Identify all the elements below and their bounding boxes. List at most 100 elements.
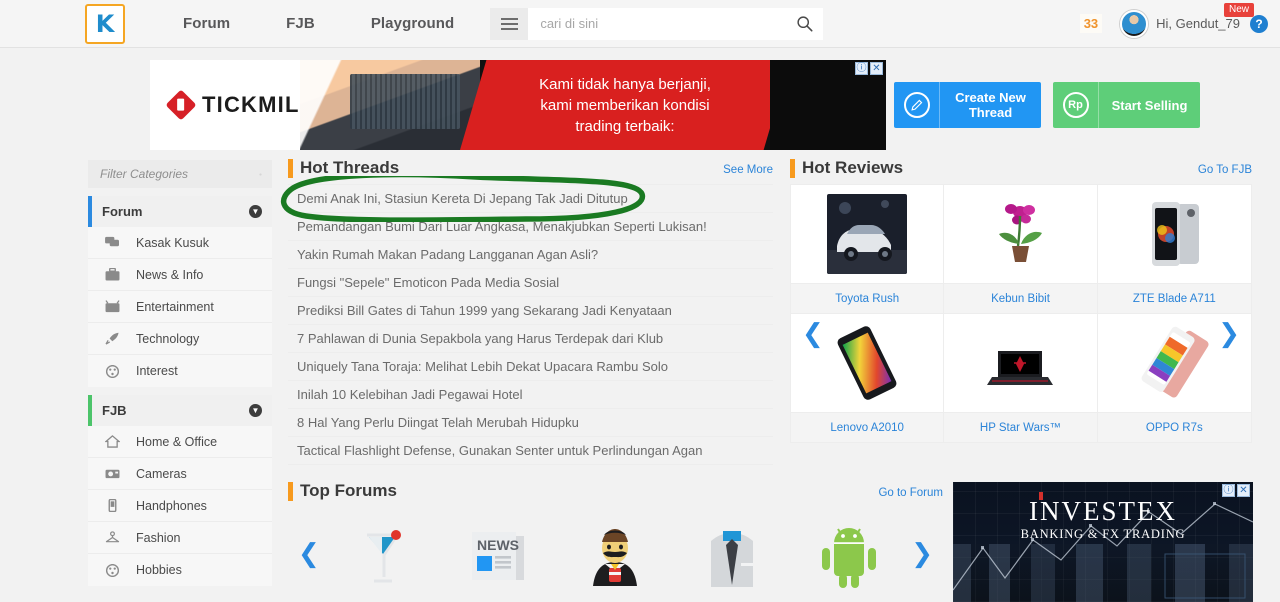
sidebar-item-interest[interactable]: Interest <box>88 355 272 387</box>
thread-item[interactable]: 7 Pahlawan di Dunia Sepakbola yang Harus… <box>288 325 773 353</box>
hot-threads-panel: Hot Threads See More Demi Anak Ini, Stas… <box>288 158 773 465</box>
hot-reviews-header: Hot Reviews Go To FJB <box>790 158 1252 178</box>
see-more-link[interactable]: See More <box>723 164 773 176</box>
review-card[interactable]: ZTE Blade A711 <box>1097 185 1251 314</box>
chat-bubbles-icon <box>102 235 122 251</box>
investex-ad-banner[interactable]: INVESTEX BANKING & FX TRADING ⓘ ✕ <box>953 482 1253 602</box>
forum-tile-android[interactable] <box>808 520 890 594</box>
sidebar-item-news-info[interactable]: News & Info <box>88 259 272 291</box>
filter-categories-input[interactable] <box>98 166 259 182</box>
hamburger-icon[interactable] <box>490 7 529 40</box>
chevron-down-icon[interactable]: ▼ <box>249 404 262 417</box>
hanger-icon <box>102 530 122 546</box>
new-badge: New <box>1223 3 1254 17</box>
nav-item-fjb[interactable]: FJB <box>258 15 343 32</box>
sidebar-group-header-fjb[interactable]: FJB ▼ <box>88 395 272 426</box>
hot-reviews-prev-button[interactable]: ❮ <box>802 321 824 347</box>
review-card[interactable]: Toyota Rush <box>791 185 945 314</box>
cocktail-glass-icon <box>367 530 402 583</box>
nav-item-playground[interactable]: Playground <box>343 15 483 32</box>
tickmill-brand-text: TICKMILL <box>202 92 315 117</box>
create-new-thread-label: Create New Thread <box>955 90 1026 120</box>
palette-icon <box>102 363 122 379</box>
ad-close-icon[interactable]: ✕ <box>870 62 883 75</box>
forum-tile-news[interactable]: NEWS <box>458 520 540 594</box>
review-thumbnail <box>944 314 1097 412</box>
review-name[interactable]: HP Star Wars™ <box>944 412 1097 442</box>
forum-tile-business[interactable] <box>691 520 773 594</box>
sidebar-item-fashion[interactable]: Fashion <box>88 522 272 554</box>
sidebar-item-technology[interactable]: Technology <box>88 323 272 355</box>
thread-item[interactable]: Pemandangan Bumi Dari Luar Angkasa, Mena… <box>288 213 773 241</box>
thread-item[interactable]: Fungsi "Sepele" Emoticon Pada Media Sosi… <box>288 269 773 297</box>
sidebar-item-label: News & Info <box>136 267 204 282</box>
notification-count[interactable]: 33 <box>1079 14 1103 33</box>
review-card[interactable]: Kebun Bibit <box>944 185 1098 314</box>
ad-info-icon[interactable]: ⓘ <box>855 62 868 75</box>
start-selling-button[interactable]: Rp Start Selling <box>1053 82 1200 128</box>
top-forums-title: Top Forums <box>300 481 397 500</box>
sidebar-item-entertainment[interactable]: Entertainment <box>88 291 272 323</box>
thread-item[interactable]: Uniquely Tana Toraja: Melihat Lebih Deka… <box>288 353 773 381</box>
sidebar-item-cameras[interactable]: Cameras <box>88 458 272 490</box>
tickmill-ad-banner[interactable]: TICKMILL Kami tidak hanya berjanji, kami… <box>150 60 886 150</box>
sidebar-item-label: Hobbies <box>136 563 182 577</box>
colorful-smartphone-photo <box>1134 323 1215 403</box>
ad-headline-2: kami memberikan kondisi <box>540 96 710 114</box>
kaskus-logo[interactable]: K <box>85 3 125 44</box>
review-name[interactable]: ZTE Blade A711 <box>1097 283 1251 313</box>
hot-reviews-grid: Toyota Rush Kebun Bibit ZTE Blade A711 L… <box>790 184 1252 443</box>
thread-item[interactable]: Tactical Flashlight Defense, Gunakan Sen… <box>288 437 773 465</box>
hot-reviews-next-button[interactable]: ❯ <box>1218 321 1240 347</box>
sidebar-item-handphones[interactable]: Handphones <box>88 490 272 522</box>
help-icon[interactable]: ? <box>1250 14 1268 33</box>
hot-reviews-panel: Hot Reviews Go To FJB Toyota Rush Kebun … <box>790 158 1252 443</box>
pencil-glyph <box>911 99 923 111</box>
create-new-thread-button[interactable]: Create New Thread <box>894 82 1041 128</box>
go-to-forum-link[interactable]: Go to Forum <box>878 487 943 499</box>
thread-item[interactable]: Inilah 10 Kelebihan Jadi Pegawai Hotel <box>288 381 773 409</box>
search-input[interactable] <box>538 15 789 32</box>
mustache-man-icon <box>593 529 638 586</box>
filter-categories-row[interactable] <box>88 160 272 188</box>
review-name[interactable]: Lenovo A2010 <box>791 412 944 442</box>
sidebar-item-label: Kasak Kusuk <box>136 235 209 250</box>
ad-headline-3: trading terbaik: <box>575 117 675 135</box>
avatar[interactable] <box>1120 9 1149 38</box>
tickmill-ad-photo <box>300 60 480 150</box>
search-field[interactable] <box>528 7 824 40</box>
page-root: K Forum FJB Playground 33 Hi, Gendut_79 … <box>0 0 1280 602</box>
pencil-icon <box>894 82 940 128</box>
thread-item[interactable]: Demi Anak Ini, Stasiun Kereta Di Jepang … <box>288 185 773 213</box>
sidebar-group-fjb: FJB ▼ Home & Office Cameras Handphones F… <box>88 395 272 586</box>
thread-item[interactable]: 8 Hal Yang Perlu Diingat Telah Merubah H… <box>288 409 773 437</box>
thread-item[interactable]: Prediksi Bill Gates di Tahun 1999 yang S… <box>288 297 773 325</box>
tv-icon <box>102 299 122 315</box>
top-forums-prev-button[interactable]: ❮ <box>298 541 320 567</box>
thread-item[interactable]: Yakin Rumah Makan Padang Langganan Agan … <box>288 241 773 269</box>
sidebar-item-hobbies[interactable]: Hobbies <box>88 554 272 586</box>
review-card[interactable]: HP Star Wars™ <box>944 314 1098 442</box>
review-name[interactable]: OPPO R7s <box>1097 412 1251 442</box>
ad-close-icon[interactable]: ✕ <box>1237 484 1250 497</box>
go-to-fjb-link[interactable]: Go To FJB <box>1198 164 1252 176</box>
eye-icon[interactable] <box>259 169 262 180</box>
sidebar-item-label: Fashion <box>136 530 181 545</box>
ad-info-icon[interactable]: ⓘ <box>1222 484 1235 497</box>
orchid-plant-photo <box>980 194 1061 274</box>
chevron-down-icon[interactable]: ▼ <box>249 205 262 218</box>
forum-tile-kasak-kusuk[interactable] <box>341 520 423 594</box>
main-nav: Forum FJB Playground <box>155 15 482 32</box>
user-greeting[interactable]: Hi, Gendut_79 <box>1156 16 1240 31</box>
sidebar-item-home-office[interactable]: Home & Office <box>88 426 272 458</box>
forum-tile-entertainment[interactable] <box>574 520 656 594</box>
sidebar-item-kasak-kusuk[interactable]: Kasak Kusuk <box>88 227 272 259</box>
hot-reviews-title: Hot Reviews <box>802 158 904 177</box>
top-forums-next-button[interactable]: ❯ <box>911 541 933 567</box>
sidebar-item-label: Handphones <box>136 498 207 513</box>
review-name[interactable]: Toyota Rush <box>791 283 944 313</box>
sidebar-group-header-forum[interactable]: Forum ▼ <box>88 196 272 227</box>
review-name[interactable]: Kebun Bibit <box>944 283 1097 313</box>
nav-item-forum[interactable]: Forum <box>155 15 258 32</box>
search-icon[interactable] <box>796 15 813 32</box>
